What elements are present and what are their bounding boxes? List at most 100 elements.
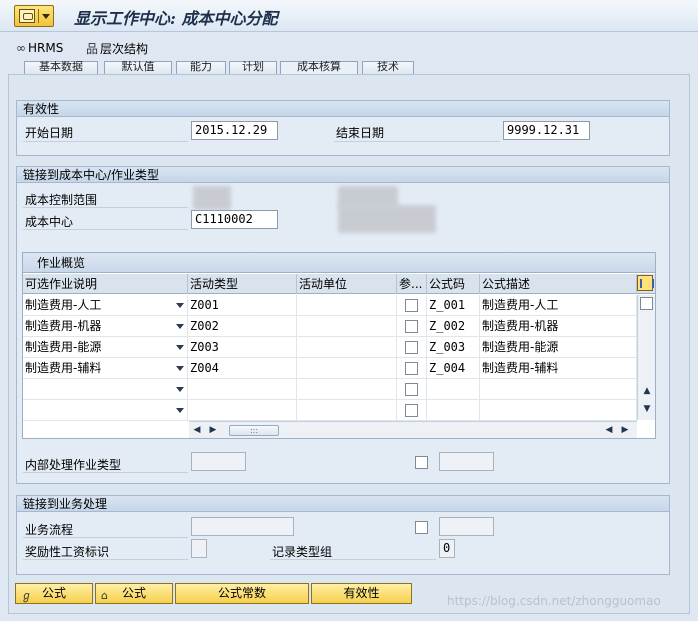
table-row[interactable]: 制造费用-人工 Z001 Z_001 制造费用-人工 xyxy=(23,295,637,316)
activity-description[interactable]: 制造费用-机器 xyxy=(23,316,188,337)
hierarchy-button[interactable]: 品 层次结构 xyxy=(86,39,148,57)
activity-type[interactable]: Z003 xyxy=(188,337,297,358)
table-header: 可选作业说明 活动类型 活动单位 参... 公式码 公式描述 xyxy=(23,274,655,294)
reference-cell xyxy=(397,379,427,400)
start-date-field[interactable]: 2015.12.29 xyxy=(191,121,278,140)
controlling-area-label: 成本控制范围 xyxy=(25,193,98,207)
formula-constants-button[interactable]: 公式常数 xyxy=(175,583,309,604)
formula-key[interactable] xyxy=(427,400,480,421)
business-process-field-2[interactable] xyxy=(439,517,494,536)
table-row[interactable] xyxy=(23,379,637,400)
reference-cell xyxy=(397,295,427,316)
scroll-right-icon[interactable]: ▶ xyxy=(207,424,219,436)
scroll-left-icon[interactable]: ◀ xyxy=(191,424,203,436)
dropdown-arrow-icon[interactable] xyxy=(176,324,184,329)
horizontal-scrollbar[interactable]: ◀ ▶ ::: ◀ ▶ xyxy=(189,421,637,438)
scroll-down-icon[interactable]: ▼ xyxy=(641,403,653,415)
activity-type[interactable]: Z004 xyxy=(188,358,297,379)
tab-technical[interactable]: 技术 xyxy=(362,61,414,74)
activity-type[interactable]: Z002 xyxy=(188,316,297,337)
tab-capacity[interactable]: 能力 xyxy=(176,61,226,74)
formula-key[interactable]: Z_002 xyxy=(427,316,480,337)
activity-description[interactable] xyxy=(23,379,188,400)
reference-checkbox[interactable] xyxy=(405,341,418,354)
dropdown-arrow-icon[interactable] xyxy=(176,345,184,350)
formula-description: 制造费用-人工 xyxy=(480,295,637,316)
activity-overview-table: 作业概览 可选作业说明 活动类型 活动单位 参... 公式码 公式描述 制造费用… xyxy=(22,252,656,439)
validity-header: 有效性 xyxy=(17,101,669,117)
activity-unit[interactable] xyxy=(297,379,397,400)
column-header[interactable]: 参... xyxy=(397,274,427,294)
start-date-label: 开始日期 xyxy=(25,126,74,140)
activity-unit[interactable] xyxy=(297,400,397,421)
system-menu-icon xyxy=(19,9,35,23)
tab-default-values[interactable]: 默认值 xyxy=(104,61,172,74)
internal-activity-field-2[interactable] xyxy=(439,452,494,471)
activity-unit[interactable] xyxy=(297,295,397,316)
hrms-label: HRMS xyxy=(28,41,64,55)
column-header[interactable]: 公式码 xyxy=(427,274,480,294)
column-settings-icon[interactable] xyxy=(637,275,654,291)
internal-activity-field[interactable] xyxy=(191,452,246,471)
select-all-checkbox[interactable] xyxy=(640,297,653,310)
record-type-group-field[interactable]: 0 xyxy=(439,539,455,558)
scroll-right-icon[interactable]: ▶ xyxy=(619,424,631,436)
reference-cell xyxy=(397,316,427,337)
activity-type[interactable] xyxy=(188,400,297,421)
table-title: 作业概览 xyxy=(23,253,655,273)
activity-description[interactable]: 制造费用-人工 xyxy=(23,295,188,316)
reference-checkbox[interactable] xyxy=(405,362,418,375)
activity-unit[interactable] xyxy=(297,337,397,358)
tab-strip: 基本数据 默认值 能力 计划 成本核算 技术 xyxy=(16,61,686,74)
vertical-scrollbar[interactable]: ▲ ▼ xyxy=(637,295,655,420)
reference-checkbox[interactable] xyxy=(405,404,418,417)
cost-center-field[interactable]: C1110002 xyxy=(191,210,278,229)
tab-scheduling[interactable]: 计划 xyxy=(229,61,277,74)
reference-cell xyxy=(397,358,427,379)
dropdown-arrow-icon[interactable] xyxy=(176,408,184,413)
activity-description[interactable]: 制造费用-辅料 xyxy=(23,358,188,379)
activity-unit[interactable] xyxy=(297,358,397,379)
hrms-button[interactable]: ∞ HRMS xyxy=(16,39,63,57)
dropdown-arrow-icon[interactable] xyxy=(176,303,184,308)
formula-button-label: 公式 xyxy=(121,586,146,600)
scroll-thumb[interactable]: ::: xyxy=(229,425,279,436)
business-process-field[interactable] xyxy=(191,517,294,536)
activity-description[interactable]: 制造费用-能源 xyxy=(23,337,188,358)
table-row[interactable]: 制造费用-辅料 Z004 Z_004 制造费用-辅料 xyxy=(23,358,637,379)
dropdown-arrow-icon[interactable] xyxy=(176,387,184,392)
formula-key[interactable] xyxy=(427,379,480,400)
internal-activity-checkbox[interactable] xyxy=(415,456,428,469)
activity-type[interactable] xyxy=(188,379,297,400)
scroll-left-icon[interactable]: ◀ xyxy=(603,424,615,436)
activity-type[interactable]: Z001 xyxy=(188,295,297,316)
watermark: https://blog.csdn.net/zhongguomao xyxy=(447,594,661,608)
column-header[interactable]: 可选作业说明 xyxy=(23,274,188,294)
end-date-field[interactable]: 9999.12.31 xyxy=(503,121,590,140)
column-header[interactable]: 活动类型 xyxy=(188,274,297,294)
dropdown-arrow-icon[interactable] xyxy=(176,366,184,371)
scroll-up-icon[interactable]: ▲ xyxy=(641,385,653,397)
reference-checkbox[interactable] xyxy=(405,299,418,312)
validity-button[interactable]: 有效性 xyxy=(311,583,412,604)
tab-basic-data[interactable]: 基本数据 xyxy=(24,61,98,74)
column-header[interactable]: 活动单位 xyxy=(297,274,397,294)
cost-center-header: 链接到成本中心/作业类型 xyxy=(17,167,669,183)
reference-checkbox[interactable] xyxy=(405,320,418,333)
activity-unit[interactable] xyxy=(297,316,397,337)
business-process-checkbox[interactable] xyxy=(415,521,428,534)
formula-key[interactable]: Z_001 xyxy=(427,295,480,316)
column-header[interactable]: 公式描述 xyxy=(480,274,637,294)
activity-description[interactable] xyxy=(23,400,188,421)
formula-button-1[interactable]: ℊ 公式 xyxy=(15,583,93,604)
table-row[interactable]: 制造费用-机器 Z002 Z_002 制造费用-机器 xyxy=(23,316,637,337)
table-row[interactable]: 制造费用-能源 Z003 Z_003 制造费用-能源 xyxy=(23,337,637,358)
formula-button-2[interactable]: ⌂ 公式 xyxy=(95,583,173,604)
reference-checkbox[interactable] xyxy=(405,383,418,396)
incentive-wage-field[interactable] xyxy=(191,539,207,558)
formula-key[interactable]: Z_003 xyxy=(427,337,480,358)
system-menu-button[interactable] xyxy=(14,5,54,27)
table-row[interactable] xyxy=(23,400,637,421)
formula-key[interactable]: Z_004 xyxy=(427,358,480,379)
tab-costing[interactable]: 成本核算 xyxy=(280,61,358,74)
